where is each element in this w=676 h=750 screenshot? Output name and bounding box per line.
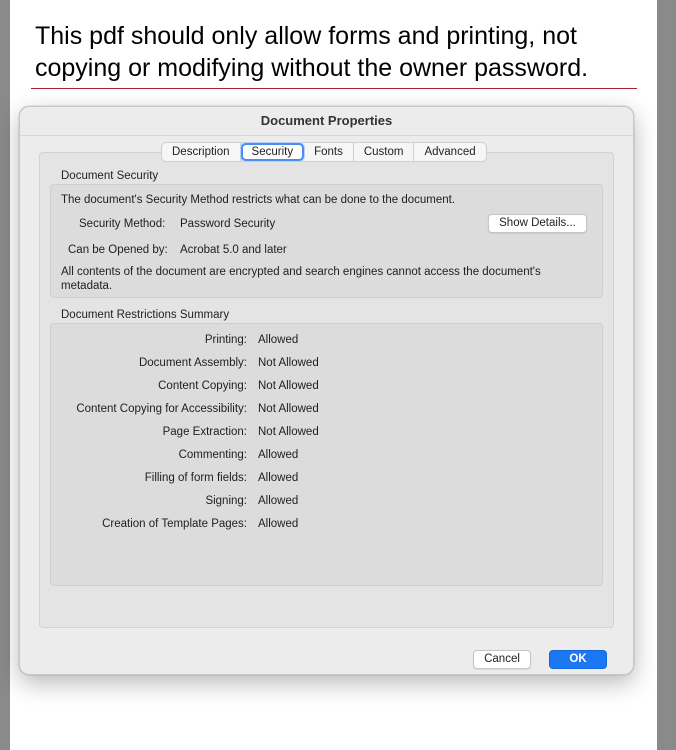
security-method-value: Password Security — [180, 218, 276, 230]
encryption-note-line1: All contents of the document are encrypt… — [61, 266, 541, 278]
restriction-value: Not Allowed — [258, 403, 319, 415]
security-intro-text: The document's Security Method restricts… — [61, 194, 456, 206]
restriction-value: Allowed — [258, 449, 299, 461]
tab-security[interactable]: Security — [240, 143, 305, 161]
restriction-label: Creation of Template Pages: — [102, 518, 247, 530]
encryption-note-line2: metadata. — [61, 280, 113, 292]
restrictions-box: Printing: Allowed Document Assembly: Not… — [50, 323, 603, 586]
heading-underline — [31, 88, 637, 89]
tab-description[interactable]: Description — [162, 143, 241, 161]
restriction-label: Content Copying: — [158, 380, 247, 392]
restriction-value: Not Allowed — [258, 380, 319, 392]
restriction-label: Filling of form fields: — [144, 472, 247, 484]
restriction-label: Commenting: — [178, 449, 247, 461]
opened-by-label: Can be Opened by: — [68, 244, 168, 256]
tab-fonts[interactable]: Fonts — [304, 143, 354, 161]
restriction-label: Page Extraction: — [162, 426, 247, 438]
restriction-value: Not Allowed — [258, 426, 319, 438]
title-separator — [20, 135, 633, 136]
ok-button[interactable]: OK — [549, 650, 607, 669]
restriction-value: Allowed — [258, 518, 299, 530]
page-heading: This pdf should only allow forms and pri… — [35, 22, 589, 82]
restrictions-summary-heading: Document Restrictions Summary — [61, 309, 230, 321]
restriction-label: Document Assembly: — [138, 357, 247, 369]
show-details-button[interactable]: Show Details... — [488, 214, 587, 233]
document-security-heading: Document Security — [61, 170, 159, 182]
restriction-value: Allowed — [258, 334, 299, 346]
cancel-button[interactable]: Cancel — [473, 650, 531, 669]
restriction-label: Printing: — [204, 334, 247, 346]
opened-by-value: Acrobat 5.0 and later — [180, 244, 287, 256]
restriction-value: Not Allowed — [258, 357, 319, 369]
tab-advanced[interactable]: Advanced — [414, 143, 485, 161]
document-security-box: The document's Security Method restricts… — [50, 184, 603, 298]
document-properties-dialog: Document Properties Description Security… — [19, 106, 634, 675]
security-method-label: Security Method: — [79, 218, 166, 230]
restriction-value: Allowed — [258, 495, 299, 507]
tab-custom[interactable]: Custom — [354, 143, 415, 161]
restriction-label: Signing: — [205, 495, 247, 507]
dialog-title: Document Properties — [260, 113, 393, 128]
restriction-label: Content Copying for Accessibility: — [76, 403, 247, 415]
restriction-value: Allowed — [258, 472, 299, 484]
tab-bar: Description Security Fonts Custom Advanc… — [161, 142, 487, 162]
